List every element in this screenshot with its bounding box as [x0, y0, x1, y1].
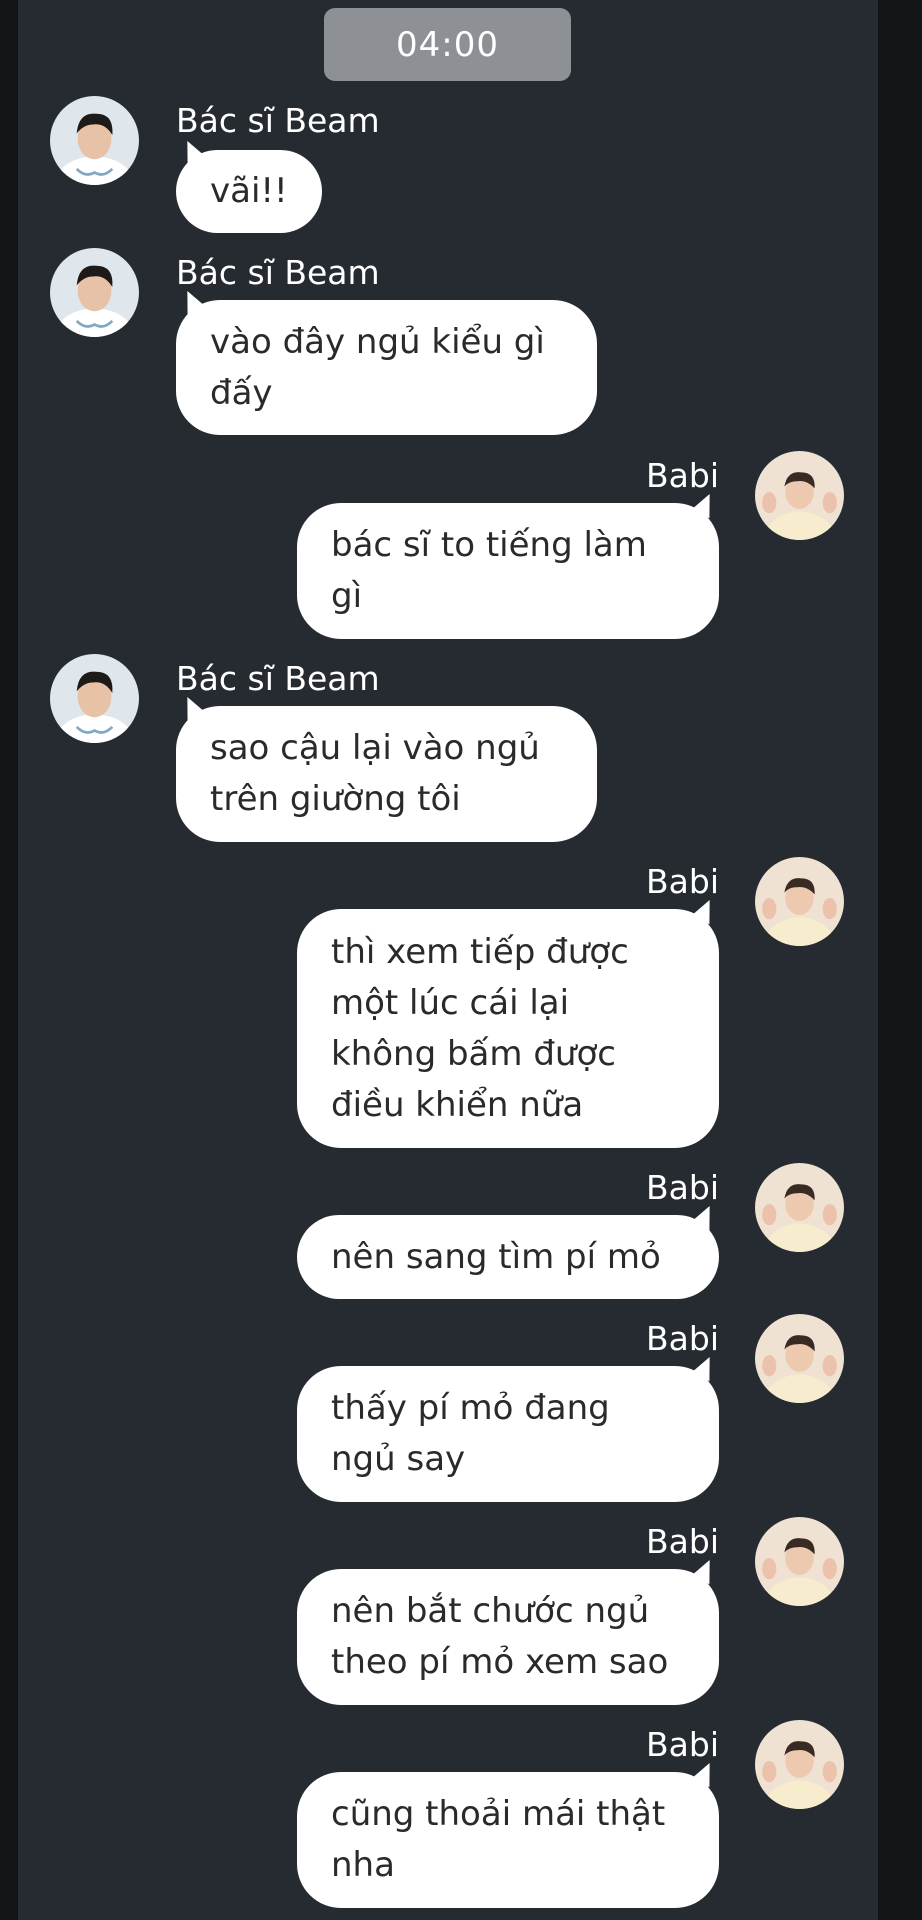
message-text: vãi!! [210, 171, 288, 211]
babi-avatar[interactable] [755, 451, 844, 540]
message-bubble[interactable]: thì xem tiếp được một lúc cái lại không … [297, 909, 719, 1148]
message-text: thấy pí mỏ đang ngủ say [331, 1388, 610, 1479]
message-text: nên sang tìm pí mỏ [331, 1236, 661, 1277]
sender-name: Babi [646, 1725, 719, 1764]
message-text: thì xem tiếp được một lúc cái lại không … [331, 931, 629, 1125]
sender-name: Babi [646, 862, 719, 901]
message-text: vào đây ngủ kiểu gì đấy [210, 321, 545, 413]
sender-name: Babi [646, 1522, 719, 1561]
sender-name: Bác sĩ Beam [176, 101, 380, 140]
beam-avatar[interactable] [50, 96, 139, 185]
sender-name: Babi [646, 1319, 719, 1358]
message-bubble[interactable]: vào đây ngủ kiểu gì đấy [176, 300, 597, 435]
sender-name: Bác sĩ Beam [176, 253, 380, 292]
message-text: nên bắt chước ngủ theo pí mỏ xem sao [331, 1591, 669, 1682]
message-text: bác sĩ to tiếng làm gì [331, 525, 647, 616]
beam-avatar[interactable] [50, 248, 139, 337]
message-bubble[interactable]: nên bắt chước ngủ theo pí mỏ xem sao [297, 1569, 719, 1705]
message-bubble[interactable]: nên sang tìm pí mỏ [297, 1215, 719, 1299]
babi-avatar[interactable] [755, 857, 844, 946]
message-text: cũng thoải mái thật nha [331, 1794, 666, 1885]
sender-name: Babi [646, 1168, 719, 1207]
message-bubble[interactable]: cũng thoải mái thật nha [297, 1772, 719, 1908]
message-text: sao cậu lại vào ngủ trên giường tôi [210, 728, 540, 819]
babi-avatar[interactable] [755, 1720, 844, 1809]
sender-name: Bác sĩ Beam [176, 659, 380, 698]
time-divider: 04:00 [324, 8, 571, 81]
message-bubble[interactable]: bác sĩ to tiếng làm gì [297, 503, 719, 639]
message-bubble[interactable]: vãi!! [176, 150, 322, 233]
babi-avatar[interactable] [755, 1314, 844, 1403]
sender-name: Babi [646, 456, 719, 495]
beam-avatar[interactable] [50, 654, 139, 743]
message-bubble[interactable]: thấy pí mỏ đang ngủ say [297, 1366, 719, 1502]
babi-avatar[interactable] [755, 1163, 844, 1252]
time-label: 04:00 [396, 24, 499, 65]
message-bubble[interactable]: sao cậu lại vào ngủ trên giường tôi [176, 706, 597, 842]
babi-avatar[interactable] [755, 1517, 844, 1606]
